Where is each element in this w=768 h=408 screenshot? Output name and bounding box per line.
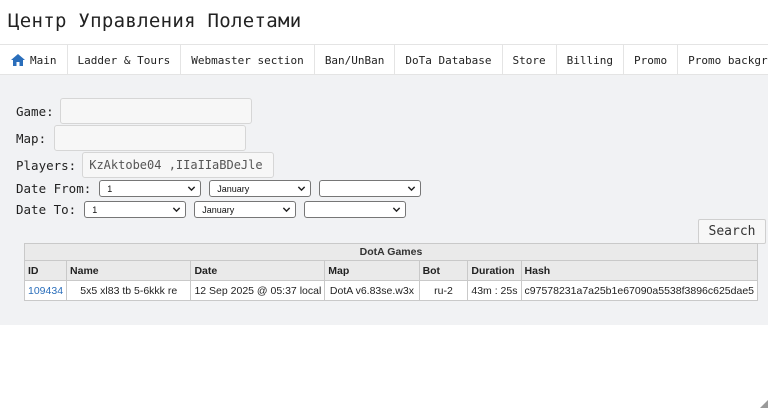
search-panel: Game: Map: Players: KzAktobe04 ,IIaIIaBD… [0,75,768,325]
search-button[interactable]: Search [698,219,766,244]
col-hash-header: Hash [520,260,759,281]
nav-item-billing[interactable]: Billing [557,45,624,75]
game-bot-cell: ru-2 [418,280,469,301]
to-month-select[interactable]: January [194,201,297,218]
chevron-down-icon [298,186,306,192]
from-month-select[interactable]: January [209,180,312,197]
nav-item-store[interactable]: Store [503,45,557,75]
col-id-header: ID [23,260,68,281]
to-year-select[interactable] [304,201,407,218]
game-label: Game: [16,103,54,119]
games-table: DotA Games ID Name Date Map Bot Duration… [23,243,759,301]
table-row: 109434 5x5 xl83 tb 5-6kkk re 12 Sep 2025… [23,280,759,301]
game-duration-cell: 43m : 25s [467,280,522,301]
game-row: Game: [16,98,252,124]
table-caption: DotA Games [24,243,758,261]
game-name-cell: 5x5 xl83 tb 5-6kkk re [66,280,192,301]
map-label: Map: [16,130,47,146]
chevron-down-icon [188,186,196,192]
col-bot-header: Bot [418,260,469,281]
nav-item-dota-database[interactable]: DoTa Database [395,45,503,75]
date-from-row: Date From: 1 January [16,180,422,197]
date-from-label: Date From: [16,181,92,196]
map-row: Map: [16,125,247,151]
game-map-cell: DotA v6.83se.w3x [324,280,420,301]
players-input[interactable]: KzAktobe04 ,IIaIIaBDeJle [82,152,275,178]
home-icon [10,53,26,67]
players-row: Players: KzAktobe04 ,IIaIIaBDeJle [16,152,275,178]
nav-item-main[interactable]: Main [0,45,68,75]
site-title: Центр Управления Полетами [8,10,302,32]
col-map-header: Map [324,260,420,281]
from-month-value: January [217,183,250,194]
game-id-link[interactable]: 109434 [23,280,68,301]
table-header-row: ID Name Date Map Bot Duration Hash [23,260,759,281]
to-day-value: 1 [92,204,98,215]
nav-item-promo[interactable]: Promo [624,45,679,75]
to-day-select[interactable]: 1 [84,201,187,218]
col-date-header: Date [190,260,326,281]
date-to-label: Date To: [16,202,77,217]
nav-item-ban-unban[interactable]: Ban/UnBan [315,45,396,75]
chevron-down-icon [173,207,181,213]
map-input[interactable] [54,125,247,151]
from-year-select[interactable] [319,180,422,197]
main-navbar: Main Ladder & Tours Webmaster section Ba… [0,44,768,75]
chevron-down-icon [283,207,291,213]
game-input[interactable] [59,98,252,124]
from-day-select[interactable]: 1 [99,180,202,197]
date-to-row: Date To: 1 January [16,201,407,218]
nav-item-ladder-tours[interactable]: Ladder & Tours [68,45,182,75]
nav-item-label: Main [30,53,57,67]
players-label: Players: [16,157,77,173]
chevron-down-icon [393,207,401,213]
col-duration-header: Duration [467,260,522,281]
chevron-down-icon [408,186,416,192]
game-hash-cell: c97578231a7a25b1e67090a5538f3896c625dae5 [520,280,759,301]
col-name-header: Name [66,260,192,281]
game-date-cell: 12 Sep 2025 @ 05:37 local [190,280,326,301]
nav-item-promo-background[interactable]: Promo background [678,45,768,75]
from-day-value: 1 [107,183,113,194]
nav-item-webmaster-section[interactable]: Webmaster section [181,45,315,75]
to-month-value: January [202,204,235,215]
resize-corner-icon [760,400,768,408]
